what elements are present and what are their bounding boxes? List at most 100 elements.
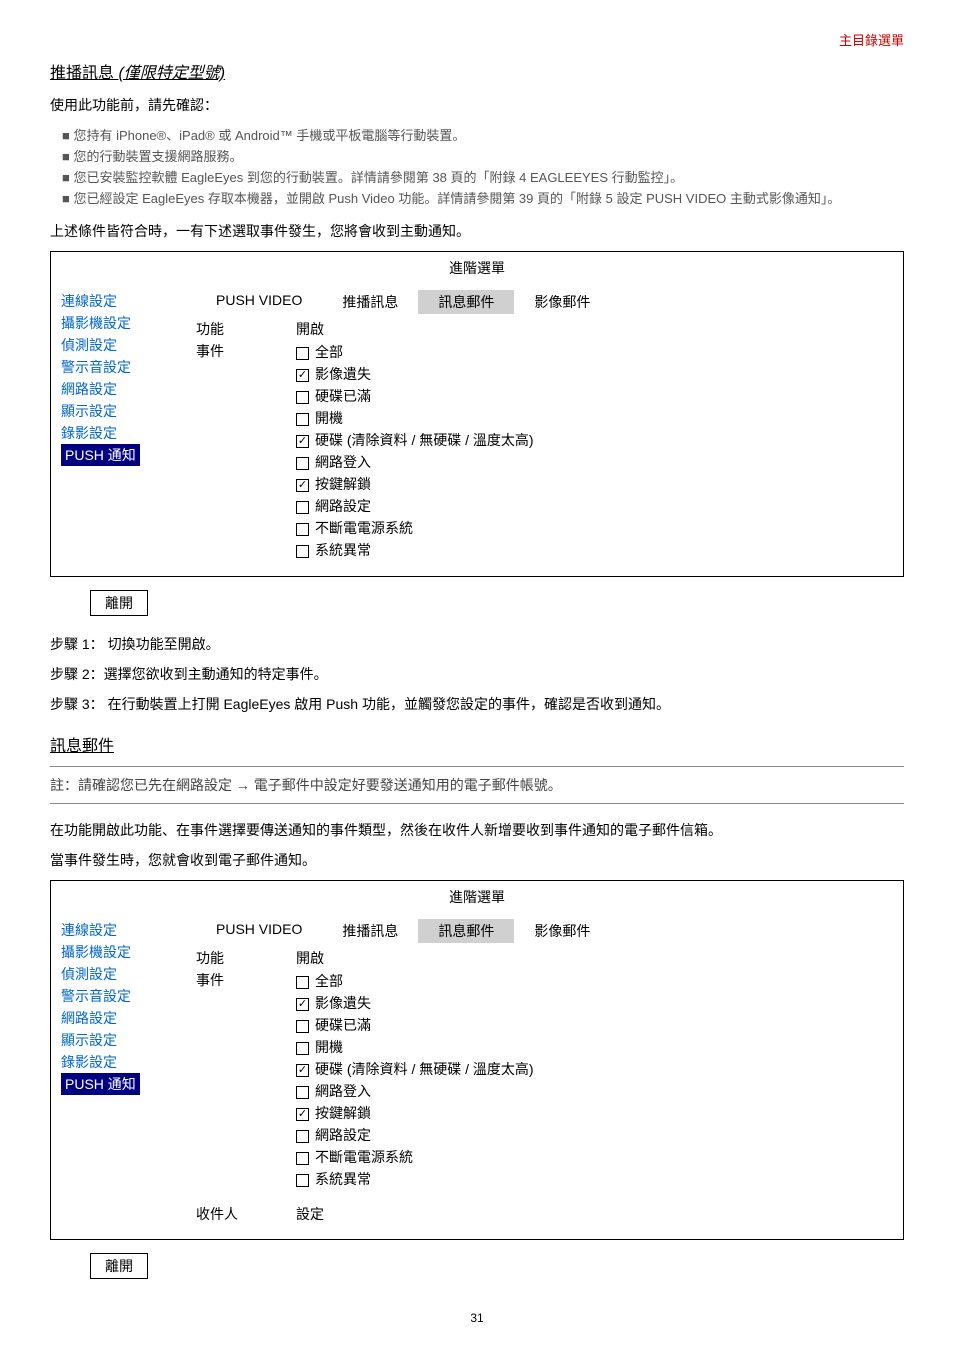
checkbox-icon[interactable] — [296, 1086, 309, 1099]
tab-msg-mail[interactable]: 訊息郵件 — [418, 290, 514, 314]
checkbox-icon[interactable] — [296, 413, 309, 426]
event-text: 網路登入 — [315, 454, 371, 470]
event-list: 全部 影像遺失 硬碟已滿 開機 硬碟 (清除資料 / 無硬碟 / 溫度太高) 網… — [296, 341, 893, 561]
sidebar-item-push[interactable]: PUSH 通知 — [61, 444, 140, 466]
event-item[interactable]: 影像遺失 — [296, 992, 893, 1014]
exit-button[interactable]: 離開 — [90, 1253, 148, 1279]
sidebar-item-alert[interactable]: 警示音設定 — [61, 356, 166, 378]
event-item[interactable]: 全部 — [296, 341, 893, 363]
checkbox-icon[interactable] — [296, 347, 309, 360]
checkbox-icon[interactable] — [296, 391, 309, 404]
sidebar-item-record[interactable]: 錄影設定 — [61, 1051, 166, 1073]
event-item[interactable]: 網路設定 — [296, 1124, 893, 1146]
content-col: PUSH VIDEO 推播訊息 訊息郵件 影像郵件 功能 開啟 事件 全部 影像… — [166, 290, 893, 562]
tab-push-video[interactable]: PUSH VIDEO — [196, 919, 322, 943]
event-text: 系統異常 — [315, 1171, 371, 1187]
tab-push-msg[interactable]: 推播訊息 — [322, 290, 418, 314]
event-item[interactable]: 硬碟 (清除資料 / 無硬碟 / 溫度太高) — [296, 429, 893, 451]
tab-img-mail[interactable]: 影像郵件 — [514, 290, 610, 314]
sidebar-item-connection[interactable]: 連線設定 — [61, 919, 166, 941]
event-text: 按鍵解鎖 — [315, 476, 371, 492]
event-item[interactable]: 不斷電電源系統 — [296, 1146, 893, 1168]
checkbox-icon[interactable] — [296, 457, 309, 470]
page-number: 31 — [50, 1311, 904, 1325]
tabs-row: PUSH VIDEO 推播訊息 訊息郵件 影像郵件 — [196, 919, 893, 943]
value-setting[interactable]: 設定 — [296, 1204, 893, 1224]
tab-push-video[interactable]: PUSH VIDEO — [196, 290, 322, 314]
event-text: 開機 — [315, 410, 343, 426]
sidebar-item-connection[interactable]: 連線設定 — [61, 290, 166, 312]
event-item[interactable]: 硬碟已滿 — [296, 385, 893, 407]
event-item[interactable]: 硬碟 (清除資料 / 無硬碟 / 溫度太高) — [296, 1058, 893, 1080]
event-item[interactable]: 開機 — [296, 407, 893, 429]
event-text: 全部 — [315, 973, 343, 989]
event-list: 全部 影像遺失 硬碟已滿 開機 硬碟 (清除資料 / 無硬碟 / 溫度太高) 網… — [296, 970, 893, 1190]
checkbox-icon[interactable] — [296, 1152, 309, 1165]
post-text: 上述條件皆符合時，一有下述選取事件發生，您將會收到主動通知。 — [50, 221, 904, 241]
sidebar: 連線設定 攝影機設定 偵測設定 警示音設定 網路設定 顯示設定 錄影設定 PUS… — [61, 290, 166, 562]
sidebar-item-display[interactable]: 顯示設定 — [61, 1029, 166, 1051]
sidebar-item-network[interactable]: 網路設定 — [61, 1007, 166, 1029]
event-text: 全部 — [315, 344, 343, 360]
checkbox-icon[interactable] — [296, 1174, 309, 1187]
value-func: 開啟 — [296, 319, 893, 339]
event-item[interactable]: 硬碟已滿 — [296, 1014, 893, 1036]
sidebar-item-record[interactable]: 錄影設定 — [61, 422, 166, 444]
sidebar-item-detect[interactable]: 偵測設定 — [61, 963, 166, 985]
checkbox-icon[interactable] — [296, 976, 309, 989]
tab-push-msg[interactable]: 推播訊息 — [322, 919, 418, 943]
menu-title: 進階選單 — [51, 252, 903, 284]
event-item[interactable]: 網路登入 — [296, 451, 893, 473]
sidebar-item-camera[interactable]: 攝影機設定 — [61, 941, 166, 963]
push-title-text: 推播訊息 — [50, 65, 114, 82]
event-item[interactable]: 不斷電電源系統 — [296, 517, 893, 539]
sidebar-item-alert[interactable]: 警示音設定 — [61, 985, 166, 1007]
sidebar-item-display[interactable]: 顯示設定 — [61, 400, 166, 422]
sidebar: 連線設定 攝影機設定 偵測設定 警示音設定 網路設定 顯示設定 錄影設定 PUS… — [61, 919, 166, 1225]
sidebar-item-push[interactable]: PUSH 通知 — [61, 1073, 140, 1095]
event-text: 按鍵解鎖 — [315, 1105, 371, 1121]
event-text: 硬碟 (清除資料 / 無硬碟 / 溫度太高) — [315, 432, 534, 448]
checkbox-icon[interactable] — [296, 1064, 309, 1077]
event-item[interactable]: 系統異常 — [296, 1168, 893, 1190]
checkbox-icon[interactable] — [296, 369, 309, 382]
checkbox-icon[interactable] — [296, 479, 309, 492]
event-item[interactable]: 系統異常 — [296, 539, 893, 561]
checkbox-icon[interactable] — [296, 435, 309, 448]
checkbox-icon[interactable] — [296, 1042, 309, 1055]
checkbox-icon[interactable] — [296, 1020, 309, 1033]
list-item: 您持有 iPhone®、iPad® 或 Android™ 手機或平板電腦等行動裝… — [62, 125, 904, 144]
checkbox-icon[interactable] — [296, 1108, 309, 1121]
event-text: 網路設定 — [315, 1127, 371, 1143]
sidebar-item-camera[interactable]: 攝影機設定 — [61, 312, 166, 334]
event-text: 網路設定 — [315, 498, 371, 514]
msg-mail-title: 訊息郵件 — [50, 732, 904, 756]
checkbox-icon[interactable] — [296, 998, 309, 1011]
exit-button[interactable]: 離開 — [90, 590, 148, 616]
label-recipient: 收件人 — [196, 1204, 296, 1224]
checkbox-icon[interactable] — [296, 1130, 309, 1143]
menu-box-push: 進階選單 連線設定 攝影機設定 偵測設定 警示音設定 網路設定 顯示設定 錄影設… — [50, 251, 904, 577]
tab-img-mail[interactable]: 影像郵件 — [514, 919, 610, 943]
sidebar-item-network[interactable]: 網路設定 — [61, 378, 166, 400]
event-item[interactable]: 全部 — [296, 970, 893, 992]
checkbox-icon[interactable] — [296, 545, 309, 558]
checkbox-icon[interactable] — [296, 523, 309, 536]
checkbox-icon[interactable] — [296, 501, 309, 514]
event-item[interactable]: 影像遺失 — [296, 363, 893, 385]
push-title: 推播訊息 (僅限特定型號) — [50, 59, 904, 83]
event-text: 網路登入 — [315, 1083, 371, 1099]
label-func: 功能 — [196, 319, 296, 339]
sidebar-item-detect[interactable]: 偵測設定 — [61, 334, 166, 356]
header-link[interactable]: 主目錄選單 — [50, 30, 904, 49]
event-item[interactable]: 按鍵解鎖 — [296, 1102, 893, 1124]
event-item[interactable]: 按鍵解鎖 — [296, 473, 893, 495]
tab-msg-mail[interactable]: 訊息郵件 — [418, 919, 514, 943]
label-event: 事件 — [196, 970, 296, 990]
tabs-row: PUSH VIDEO 推播訊息 訊息郵件 影像郵件 — [196, 290, 893, 314]
event-item[interactable]: 網路登入 — [296, 1080, 893, 1102]
event-item[interactable]: 網路設定 — [296, 495, 893, 517]
event-text: 開機 — [315, 1039, 343, 1055]
event-item[interactable]: 開機 — [296, 1036, 893, 1058]
pre-text: 使用此功能前，請先確認： — [50, 95, 904, 115]
